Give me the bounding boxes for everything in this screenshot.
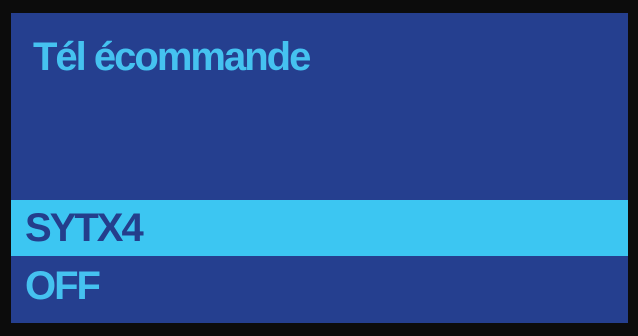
menu-item-off[interactable]: OFF — [11, 258, 628, 314]
screen-title: Tél écommande — [33, 35, 311, 79]
display-screen: Tél écommande SYTX4 OFF — [11, 13, 628, 323]
menu-item-sytx4[interactable]: SYTX4 — [11, 200, 628, 256]
